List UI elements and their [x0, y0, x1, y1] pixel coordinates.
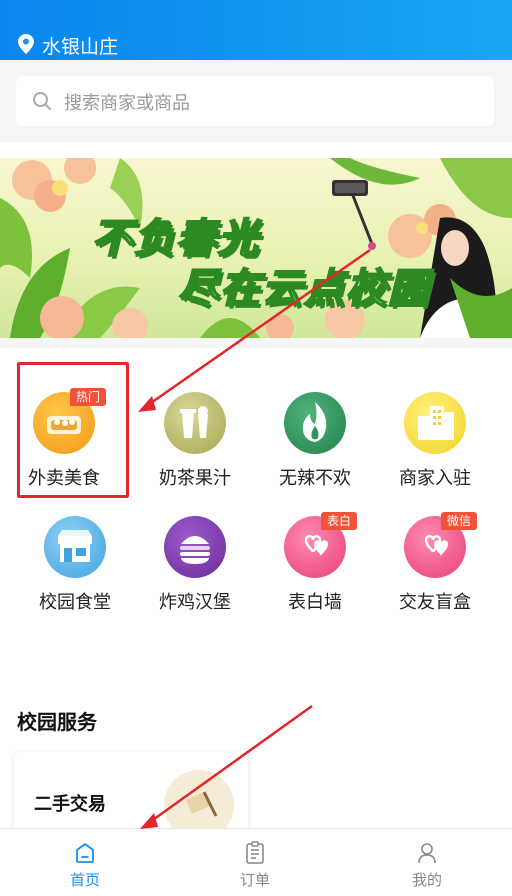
home-icon [76, 843, 94, 863]
category-label: 炸鸡汉堡 [159, 592, 231, 613]
category-label: 无辣不欢 [279, 468, 351, 489]
category-label: 校园食堂 [39, 592, 111, 613]
category-item-friend-blind-box[interactable]: 微信 交友盲盒 [371, 512, 499, 626]
category-label: 奶茶果汁 [159, 468, 231, 489]
category-label: 商家入驻 [399, 468, 471, 489]
flame-icon [284, 392, 346, 454]
section-divider [0, 338, 512, 348]
category-label: 表白墙 [288, 592, 342, 613]
category-item-fried-chicken-burger[interactable]: 炸鸡汉堡 [131, 516, 259, 626]
canteen-icon [44, 516, 106, 578]
tab-home[interactable]: 首页 [0, 829, 170, 896]
category-item-merchant-join[interactable]: 商家入驻 [371, 392, 499, 502]
burger-icon [164, 516, 226, 578]
building-icon [404, 392, 466, 454]
order-icon [246, 841, 264, 864]
wechat-badge: 微信 [441, 512, 478, 530]
search-placeholder: 搜索商家或商品 [64, 93, 190, 114]
section-title-campus-services: 校园服务 [17, 710, 97, 734]
category-item-spicy[interactable]: 无辣不欢 [251, 392, 379, 502]
location-pin-icon[interactable] [18, 34, 34, 54]
tab-label: 我的 [411, 871, 442, 889]
category-item-milk-tea[interactable]: 奶茶果汁 [131, 392, 259, 502]
category-label: 外卖美食 [28, 468, 100, 489]
tab-label: 订单 [239, 871, 270, 889]
location-label[interactable]: 水银山庄 [42, 32, 118, 59]
search-icon [33, 92, 51, 110]
service-card-title: 二手交易 [34, 794, 106, 815]
milk-tea-icon [164, 392, 226, 454]
category-item-takeout-food[interactable]: 热门 外卖美食 [0, 388, 128, 502]
category-item-canteen[interactable]: 校园食堂 [11, 516, 139, 626]
search-input[interactable]: 搜索商家或商品 [16, 76, 494, 126]
tab-orders[interactable]: 订单 [170, 829, 340, 896]
hot-badge: 热门 [70, 388, 107, 406]
confession-badge: 表白 [321, 512, 358, 530]
category-item-confession-wall[interactable]: 表白 表白墙 [251, 512, 379, 626]
category-label: 交友盲盒 [399, 592, 471, 613]
banner-headline-2: 尽在云点校园 [177, 265, 430, 313]
tab-label: 首页 [69, 871, 100, 889]
user-icon [418, 843, 436, 864]
search-bar-area: 搜索商家或商品 [0, 60, 512, 142]
bottom-tab-bar: 首页 订单 我的 [0, 828, 512, 896]
tab-mine[interactable]: 我的 [342, 829, 512, 896]
top-header: 水银山庄 [0, 0, 512, 60]
